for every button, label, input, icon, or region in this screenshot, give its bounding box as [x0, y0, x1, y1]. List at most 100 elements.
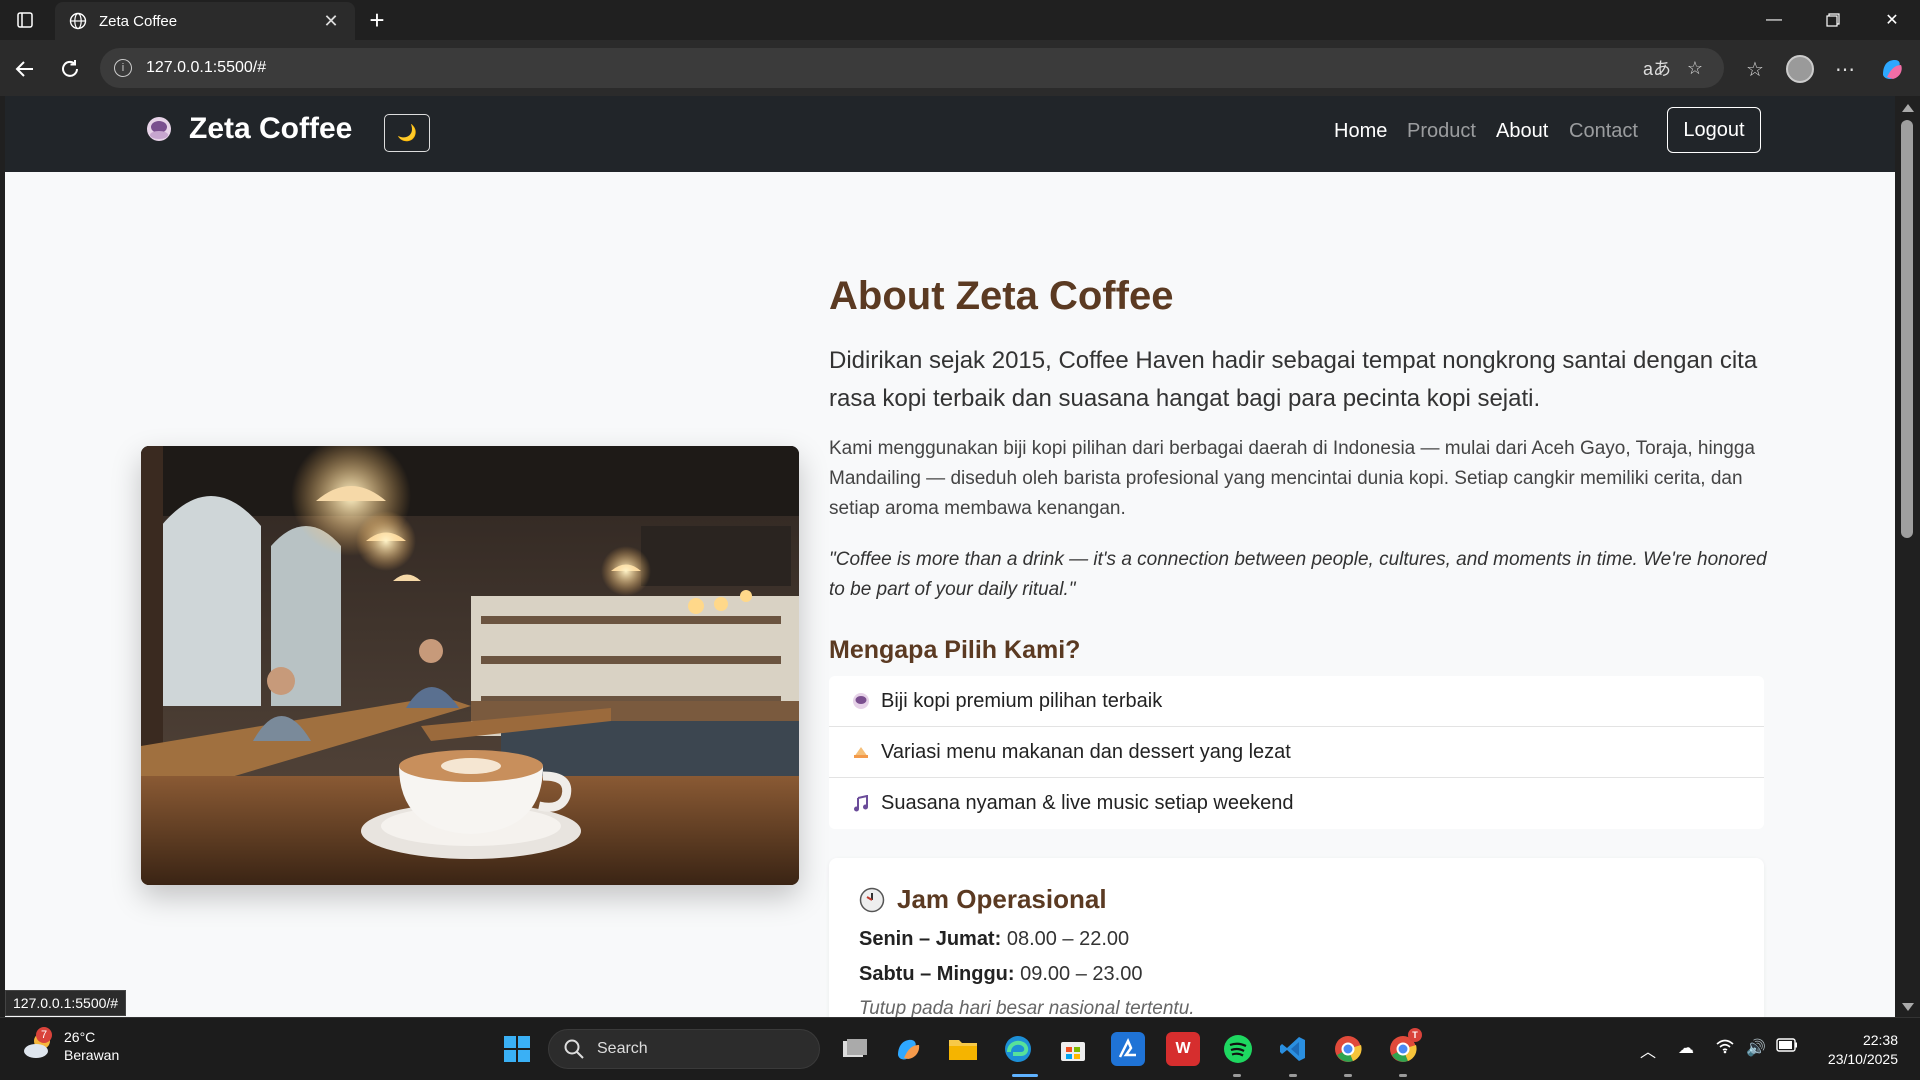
clock-icon	[859, 887, 885, 912]
hours-time: 08.00 – 22.00	[1006, 928, 1130, 950]
vscode-icon[interactable]	[1276, 1032, 1310, 1066]
brand-name: Zeta Coffee	[189, 112, 353, 145]
edge-browser-icon[interactable]	[1001, 1032, 1035, 1066]
nav-link-product[interactable]: Product	[1407, 120, 1476, 143]
about-title: About Zeta Coffee	[829, 274, 1174, 318]
scroll-up-icon[interactable]	[1902, 104, 1914, 112]
nav-link-contact[interactable]: Contact	[1569, 120, 1638, 143]
running-app-indicator	[1233, 1074, 1241, 1077]
reload-icon[interactable]	[55, 54, 85, 84]
logout-button[interactable]: Logout	[1667, 107, 1761, 153]
address-bar[interactable]: i 127.0.0.1:5500/# aあ ☆	[100, 48, 1724, 88]
weather-temp: 26°C	[64, 1029, 96, 1045]
new-tab-button[interactable]: +	[362, 5, 392, 35]
clock-date: 23/10/2025	[1827, 1051, 1898, 1067]
brand-logo[interactable]: Zeta Coffee	[145, 112, 352, 146]
browser-window: Zeta Coffee ✕ + — ✕ i 127.0.0.1:5500/# a…	[0, 0, 1920, 1017]
site-navbar: Zeta Coffee 🌙 Home Product About Contact…	[5, 96, 1895, 172]
chrome-profile-icon[interactable]: T	[1386, 1028, 1422, 1066]
about-paragraph: Kami menggunakan biji kopi pilihan dari …	[829, 438, 1755, 519]
opening-hours-card: Jam Operasional Senin – Jumat: 08.00 – 2…	[829, 858, 1764, 1017]
search-label: Search	[597, 1040, 648, 1057]
why-title: Mengapa Pilih Kami?	[829, 636, 1081, 664]
nav-link-about[interactable]: About	[1496, 120, 1548, 143]
restore-icon[interactable]	[1805, 0, 1861, 40]
windows-taskbar: 7 26°C Berawan Search W T ︿ ☁ 🔊 22:38 23…	[0, 1017, 1920, 1080]
running-app-indicator	[1344, 1074, 1352, 1077]
tab-actions-icon[interactable]	[10, 6, 40, 34]
onedrive-icon[interactable]: ☁	[1678, 1038, 1694, 1058]
active-app-indicator	[1012, 1074, 1038, 1077]
globe-icon	[69, 12, 87, 30]
profile-avatar[interactable]	[1783, 52, 1817, 86]
hours-note: Tutup pada hari besar nasional tertentu.	[859, 998, 1195, 1017]
battery-icon[interactable]	[1776, 1038, 1798, 1057]
about-lead: Didirikan sejak 2015, Coffee Haven hadir…	[829, 347, 1758, 412]
scrollbar-thumb[interactable]	[1901, 120, 1913, 538]
hours-row-weekday: Senin – Jumat: 08.00 – 22.00	[859, 928, 1129, 951]
spotify-icon[interactable]	[1221, 1032, 1255, 1066]
why-item-label: Biji kopi premium pilihan terbaik	[881, 689, 1163, 712]
page-scrollbar[interactable]	[1895, 96, 1920, 1017]
page-viewport: Zeta Coffee 🌙 Home Product About Contact…	[5, 96, 1895, 1017]
running-app-indicator	[1289, 1074, 1297, 1077]
windows-start-icon[interactable]	[500, 1032, 534, 1066]
copilot-icon[interactable]	[1874, 52, 1908, 86]
weather-condition: Berawan	[64, 1047, 120, 1063]
browser-toolbar: i 127.0.0.1:5500/# aあ ☆ ☆ ⋯	[0, 40, 1920, 96]
close-tab-icon[interactable]: ✕	[321, 11, 341, 31]
hours-title-text: Jam Operasional	[897, 884, 1107, 914]
file-explorer-icon[interactable]	[946, 1032, 980, 1066]
site-info-icon[interactable]: i	[114, 59, 132, 77]
chrome-icon[interactable]	[1331, 1032, 1365, 1066]
wps-office-icon[interactable]: W	[1166, 1032, 1200, 1066]
hours-row-weekend: Sabtu – Minggu: 09.00 – 23.00	[859, 963, 1142, 986]
copilot-app-icon[interactable]	[891, 1032, 925, 1066]
nav-link-home[interactable]: Home	[1334, 120, 1387, 143]
avatar	[1786, 55, 1814, 83]
hours-days: Senin – Jumat:	[859, 928, 1002, 950]
hours-title: Jam Operasional	[859, 884, 1107, 915]
tab-zeta-coffee[interactable]: Zeta Coffee ✕	[55, 2, 355, 40]
why-list: Biji kopi premium pilihan terbaik Varias…	[829, 676, 1764, 829]
list-item: Biji kopi premium pilihan terbaik	[829, 676, 1764, 727]
cafe-interior-image	[141, 446, 799, 885]
system-clock[interactable]: 22:38 23/10/2025	[1810, 1031, 1898, 1069]
volume-icon[interactable]: 🔊	[1746, 1038, 1766, 1058]
coffee-cup-icon	[147, 117, 171, 141]
weather-widget[interactable]: 7 26°C Berawan	[22, 1027, 120, 1064]
why-item-label: Variasi menu makanan dan dessert yang le…	[881, 740, 1291, 763]
minimize-icon[interactable]: —	[1746, 0, 1802, 40]
microsoft-store-icon[interactable]	[1056, 1032, 1090, 1066]
taskbar-search[interactable]: Search	[548, 1029, 820, 1069]
hours-days: Sabtu – Minggu:	[859, 963, 1015, 985]
favorites-icon[interactable]: ☆	[1738, 52, 1772, 86]
azure-app-icon[interactable]	[1111, 1032, 1145, 1066]
chevron-up-icon[interactable]: ︿	[1640, 1038, 1656, 1062]
status-url-tooltip: 127.0.0.1:5500/#	[5, 990, 127, 1016]
weather-cloud-icon: 7	[22, 1027, 56, 1063]
task-view-icon[interactable]	[838, 1032, 872, 1066]
wifi-icon[interactable]	[1716, 1038, 1734, 1059]
coffee-bean-icon	[851, 691, 871, 711]
favorite-star-icon[interactable]: ☆	[1680, 53, 1710, 83]
about-quote: "Coffee is more than a drink — it's a co…	[829, 549, 1767, 600]
close-window-icon[interactable]: ✕	[1864, 0, 1920, 40]
back-icon[interactable]	[10, 54, 40, 84]
music-icon	[851, 794, 871, 814]
why-item-label: Suasana nyaman & live music setiap weeke…	[881, 792, 1294, 814]
url-text: 127.0.0.1:5500/#	[146, 59, 267, 76]
list-item: Variasi menu makanan dan dessert yang le…	[829, 727, 1764, 778]
cake-icon	[851, 742, 871, 762]
moon-icon: 🌙	[397, 125, 417, 142]
dark-mode-toggle-button[interactable]: 🌙	[384, 114, 430, 152]
tab-strip: Zeta Coffee ✕ + — ✕	[0, 0, 1920, 40]
translate-icon[interactable]: aあ	[1642, 53, 1672, 83]
clock-time: 22:38	[1862, 1032, 1898, 1048]
more-menu-icon[interactable]: ⋯	[1828, 52, 1862, 86]
chrome-profile-badge: T	[1408, 1028, 1422, 1042]
running-app-indicator	[1399, 1074, 1407, 1077]
scroll-down-icon[interactable]	[1902, 1003, 1914, 1011]
weather-badge: 7	[36, 1027, 52, 1043]
tab-title: Zeta Coffee	[99, 12, 178, 30]
